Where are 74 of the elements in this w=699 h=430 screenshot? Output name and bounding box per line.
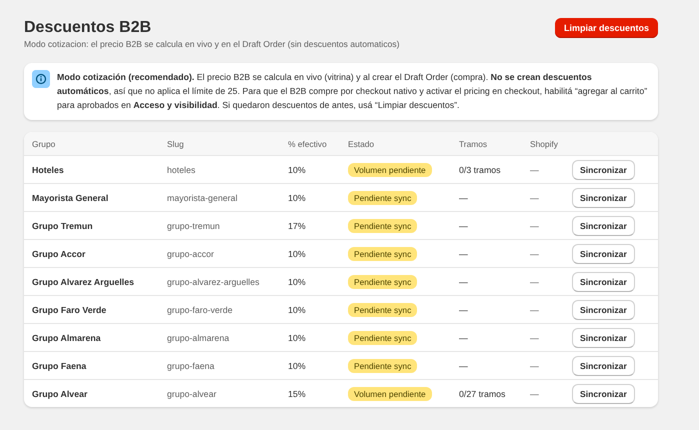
sync-button[interactable]: Sincronizar (572, 188, 635, 208)
group-name: Grupo Accor (31, 248, 86, 258)
percent-cell-text: 10% (287, 248, 307, 258)
sync-button[interactable]: Sincronizar (572, 216, 635, 236)
group-name: Grupo Alvear (31, 388, 88, 398)
shopify-cell-text: — (529, 164, 540, 174)
slug-cell-text: grupo-faena (166, 360, 216, 370)
status-badge: Pendiente sync (348, 246, 418, 260)
slug-cell-text: grupo-alvear (166, 388, 218, 398)
clear-discounts-button[interactable]: Limpiar descuentos (554, 18, 658, 38)
tiers-cell-text: — (458, 304, 469, 314)
sync-button[interactable]: Sincronizar (572, 300, 635, 320)
status-badge: Pendiente sync (348, 218, 418, 232)
column-header: Estado (347, 138, 376, 148)
percent-cell-text: 15% (287, 388, 307, 398)
tiers-cell-text: — (458, 248, 469, 258)
tiers-cell-text: 0/3 tramos (458, 164, 502, 174)
banner-text: Modo cotización (recomendado). El precio B2B se calcula en vivo (vitrina) y al crear el Draft Order (compra). No se crean descuentos automáticos, así que no aplica el límite de 25. Para que el B2B compre por checkout nativo y activar el pricing en checkout, habilitá “agregar al carrito” para aprobados en Acceso y visibilidad. Si quedaron descuentos de antes, usá “Limpiar descuentos”. (57, 71, 648, 112)
tiers-cell-text: — (458, 220, 469, 230)
percent-cell-text: 10% (287, 164, 307, 174)
sync-button[interactable]: Sincronizar (572, 272, 635, 292)
slug-cell-text: grupo-tremun (166, 220, 221, 230)
shopify-cell-text: — (529, 220, 540, 230)
status-badge: Volumen pendiente (348, 162, 432, 176)
percent-cell-text: 10% (287, 360, 307, 370)
column-header: Shopify (529, 138, 559, 148)
status-badge: Pendiente sync (348, 274, 418, 288)
sync-button[interactable]: Sincronizar (572, 384, 635, 404)
tiers-cell-text: — (458, 332, 469, 342)
status-badge: Pendiente sync (348, 302, 418, 316)
column-header: % efectivo (287, 138, 328, 148)
percent-cell-text: 17% (287, 220, 307, 230)
tiers-cell-text: — (458, 360, 469, 370)
slug-cell-text: hoteles (166, 164, 196, 174)
group-name: Grupo Tremun (31, 220, 94, 230)
group-name: Mayorista General (31, 192, 110, 202)
group-name: Grupo Faena (31, 360, 88, 370)
slug-cell-text: grupo-almarena (166, 332, 230, 342)
percent-cell-text: 10% (287, 304, 307, 314)
shopify-cell-text: — (529, 360, 540, 370)
column-header: Slug (166, 138, 185, 148)
shopify-cell-text: — (529, 388, 540, 398)
page-subtitle: Modo cotizacion: el precio B2B se calcula en vivo y en el Draft Order (sin descuentos automaticos) (24, 39, 400, 49)
status-badge: Pendiente sync (348, 330, 418, 344)
slug-cell-text: mayorista-general (166, 192, 238, 202)
shopify-cell-text: — (529, 248, 540, 258)
column-header: Tramos (458, 138, 488, 148)
slug-cell-text: grupo-accor (166, 248, 215, 258)
group-name: Grupo Almarena (31, 332, 102, 342)
status-badge: Pendiente sync (348, 358, 418, 372)
info-icon (32, 70, 50, 88)
group-name: Grupo Faro Verde (31, 304, 108, 314)
status-badge: Pendiente sync (348, 190, 418, 204)
sync-button[interactable]: Sincronizar (572, 328, 635, 348)
percent-cell-text: 10% (287, 332, 307, 342)
sync-button[interactable]: Sincronizar (572, 356, 635, 376)
sync-button[interactable]: Sincronizar (572, 244, 635, 264)
shopify-cell-text: — (529, 276, 540, 286)
shopify-cell-text: — (529, 332, 540, 342)
group-name: Hoteles (31, 164, 65, 174)
tiers-cell-text: — (458, 276, 469, 286)
slug-cell-text: grupo-alvarez-arguelles (166, 276, 260, 286)
percent-cell-text: 10% (287, 276, 307, 286)
page-title: Descuentos B2B (24, 18, 152, 38)
column-header: Grupo (31, 138, 56, 148)
shopify-cell-text: — (529, 304, 540, 314)
sync-button[interactable]: Sincronizar (572, 160, 635, 180)
tiers-cell-text: — (458, 192, 469, 202)
slug-cell-text: grupo-faro-verde (166, 304, 234, 314)
shopify-cell-text: — (529, 192, 540, 202)
status-badge: Volumen pendiente (348, 386, 432, 400)
percent-cell-text: 10% (287, 192, 307, 202)
tiers-cell-text: 0/27 tramos (458, 388, 506, 398)
group-name: Grupo Alvarez Arguelles (31, 276, 136, 286)
